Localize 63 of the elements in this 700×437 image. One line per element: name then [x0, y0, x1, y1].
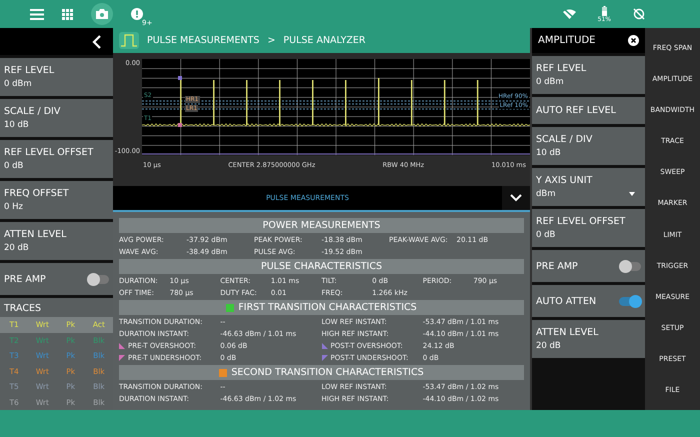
dropdown-caret-icon	[629, 192, 635, 196]
setting-item[interactable]: SCALE / DIV 10 dB	[532, 127, 645, 165]
rotation-lock-icon[interactable]	[633, 8, 645, 20]
setting-label: SCALE / DIV	[4, 106, 62, 117]
setting-item[interactable]: REF LEVEL 0 dBm	[0, 58, 113, 96]
setting-label: PRE AMP	[4, 274, 46, 284]
alert-icon[interactable]	[131, 8, 143, 20]
setting-item[interactable]: REF LEVEL 0 dBm	[532, 56, 645, 94]
setting-item[interactable]: REF LEVEL OFFSET 0 dB	[0, 140, 113, 178]
section-title: FIRST TRANSITION CHARACTERISTICS	[238, 302, 417, 313]
setting-value: 10 dB	[4, 120, 29, 130]
setting-label: REF LEVEL	[4, 65, 56, 76]
camera-icon	[96, 9, 108, 19]
setting-label: REF LEVEL	[536, 63, 588, 74]
setting-label: REF LEVEL OFFSET	[4, 147, 94, 158]
wifi-off-icon	[562, 9, 576, 19]
setting-value: dBm	[536, 189, 556, 199]
toggle-switch[interactable]	[87, 274, 109, 284]
setting-label: Y AXIS UNIT	[536, 175, 594, 186]
setting-value: 0 dBm	[536, 77, 564, 87]
breadcrumb-separator: >	[267, 35, 276, 46]
breadcrumb-item[interactable]: PULSE ANALYZER	[283, 35, 366, 46]
setting-item[interactable]: FREQ OFFSET 0 Hz	[0, 181, 113, 219]
panel-title: AMPLITUDE	[538, 35, 596, 46]
toggle-switch[interactable]	[619, 296, 641, 306]
setting-value: 0 dB	[4, 161, 24, 171]
setting-label: ATTEN LEVEL	[536, 327, 600, 338]
setting-label: AUTO ATTEN	[536, 296, 596, 306]
section-title: PULSE CHARACTERISTICS	[261, 261, 382, 272]
setting-value: 0 dB	[536, 230, 556, 240]
setting-label: PRE AMP	[536, 260, 578, 272]
setting-item[interactable]: ATTEN LEVEL 20 dB	[0, 222, 113, 260]
setting-label: ATTEN LEVEL	[4, 229, 68, 240]
setting-label: FREQ OFFSET	[4, 188, 70, 199]
toggle-switch[interactable]	[619, 262, 641, 270]
setting-item[interactable]: SCALE / DIV 10 dB	[0, 99, 113, 137]
section-title: SECOND TRANSITION CHARACTERISTICS	[231, 367, 424, 378]
setting-value: 0 Hz	[4, 202, 23, 212]
setting-label: REF LEVEL OFFSET	[536, 216, 626, 227]
setting-value: 0 dBm	[4, 79, 32, 89]
traces-title: TRACES	[3, 302, 42, 316]
toggle-item[interactable]: PRE AMP	[532, 250, 645, 282]
dropdown-field[interactable]: Y AXIS UNIT dBm	[532, 168, 645, 206]
section-title: POWER MEASUREMENTS	[262, 220, 380, 231]
expand-button[interactable]	[502, 186, 530, 210]
pulse-icon	[119, 32, 139, 49]
auto-ref-button[interactable]: AUTO REF LEVEL	[532, 97, 645, 124]
setting-item[interactable]: REF LEVEL OFFSET 0 dB	[532, 209, 645, 247]
battery-icon	[602, 6, 607, 16]
breadcrumb-item[interactable]: PULSE MEASUREMENTS	[147, 35, 260, 46]
close-icon[interactable]	[628, 35, 639, 46]
setting-value: 20 dB	[4, 243, 29, 253]
setting-item[interactable]: ATTEN LEVEL 20 dB	[532, 320, 645, 358]
back-chevron-icon[interactable]	[92, 34, 101, 48]
setting-value: 20 dB	[536, 341, 561, 351]
setting-value: 10 dB	[536, 148, 561, 158]
toggle-item[interactable]: PRE AMP	[0, 263, 113, 295]
grid-icon[interactable]	[62, 8, 73, 20]
camera-button[interactable]	[91, 3, 113, 25]
toggle-item[interactable]: AUTO ATTEN	[532, 285, 645, 317]
chevron-down-icon	[510, 194, 522, 202]
menu-icon[interactable]	[30, 8, 44, 20]
setting-label: SCALE / DIV	[536, 134, 594, 145]
